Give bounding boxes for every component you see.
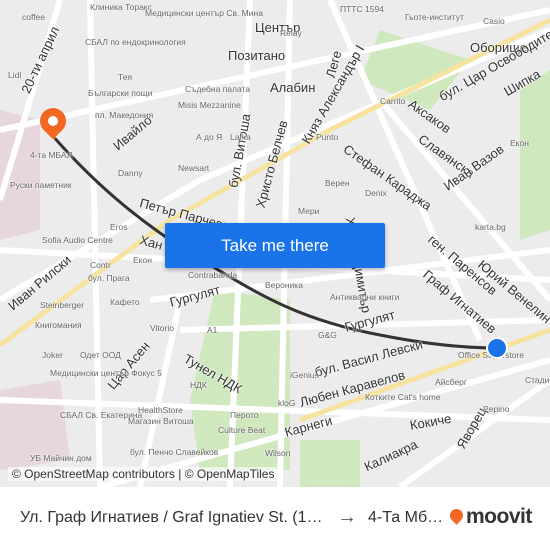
poi-label: karta.bg bbox=[475, 222, 506, 232]
poi-label: 4-та МБАЛ bbox=[30, 150, 73, 160]
poi-label: Верен bbox=[325, 178, 350, 188]
poi-label: Руски паметник bbox=[10, 180, 72, 190]
poi-label: Carrito bbox=[380, 96, 406, 106]
poi-label: Punto bbox=[316, 132, 339, 142]
poi-label: Culture Beat bbox=[218, 425, 266, 435]
poi-label: пл. Македония bbox=[95, 110, 154, 120]
poi-label: Магазин Витоша bbox=[128, 416, 194, 426]
poi-label: Contrabanda bbox=[188, 270, 238, 280]
map[interactable]: Център Позитано Алабин Леге Оборище бул. Цар … bbox=[0, 0, 550, 487]
poi-label: Айсберг bbox=[435, 377, 467, 387]
poi-label: бул. Пенчо Славейков bbox=[130, 447, 219, 457]
street-label: Алабин bbox=[270, 80, 316, 95]
origin-dot-icon[interactable] bbox=[486, 337, 508, 359]
poi-label: Гьоте-институт bbox=[405, 12, 464, 22]
poi-label: СБАЛ по ендокринология bbox=[85, 37, 186, 47]
poi-label: Misis Mezzanine bbox=[178, 100, 241, 110]
poi-label: бул. Прага bbox=[88, 273, 130, 283]
moovit-logo[interactable]: moovit bbox=[447, 505, 532, 529]
poi-label: Steinberger bbox=[40, 300, 84, 310]
poi-label: Екон bbox=[133, 255, 152, 265]
poi-label: Медицински център Св. Мина bbox=[145, 8, 263, 18]
route-origin: Ул. Граф Игнатиев / Graf Ignatiev St. (1… bbox=[20, 509, 323, 526]
poi-label: Котките Cat's home bbox=[365, 392, 441, 402]
poi-label: НДК bbox=[190, 380, 207, 390]
poi-label: Книгомания bbox=[35, 320, 82, 330]
poi-label: Newsart bbox=[178, 163, 210, 173]
poi-label: Pepino bbox=[483, 404, 510, 414]
poi-label: Стадион Васил Левски bbox=[525, 375, 550, 385]
poi-label: Български пощи bbox=[88, 88, 153, 98]
poi-label: kloG bbox=[278, 398, 296, 408]
take-me-there-button[interactable]: Take me there bbox=[165, 223, 385, 268]
poi-label: Одет ООД bbox=[80, 350, 121, 360]
park-right bbox=[520, 70, 550, 240]
poi-label: Клиника Торакс bbox=[90, 2, 152, 12]
poi-label: А до Я bbox=[196, 132, 223, 142]
poi-label: Перото bbox=[230, 410, 259, 420]
poi-label: Съдебна палата bbox=[185, 84, 251, 94]
poi-label: Denix bbox=[365, 188, 387, 198]
street-label: Позитано bbox=[228, 48, 286, 63]
poi-label: Eros bbox=[110, 222, 128, 232]
poi-label: ПТТС 1594 bbox=[340, 4, 384, 14]
poi-label: Danny bbox=[118, 168, 143, 178]
poi-label: iGenius bbox=[290, 370, 319, 380]
poi-label: Relay bbox=[280, 28, 302, 38]
map-attribution[interactable]: © OpenStreetMap contributors | © OpenMap… bbox=[8, 467, 279, 481]
brand-name: moovit bbox=[466, 505, 532, 528]
poi-label: Медицински център Фокус 5 bbox=[50, 368, 162, 378]
route-destination: 4-Та Мб… bbox=[368, 509, 444, 526]
poi-label: Joker bbox=[42, 350, 63, 360]
poi-label: Кафето bbox=[110, 297, 140, 307]
poi-label: G&G bbox=[318, 330, 337, 340]
poi-label: coffee bbox=[22, 12, 46, 22]
poi-label: Vitorio bbox=[150, 323, 174, 333]
poi-label: Sofia Audio Centre bbox=[42, 235, 113, 245]
moovit-pin-icon bbox=[447, 506, 466, 525]
poi-label: Casio bbox=[483, 16, 505, 26]
poi-label: A1 bbox=[207, 325, 218, 335]
poi-label: HealthStore bbox=[138, 405, 183, 415]
poi-label: Екон bbox=[510, 138, 529, 148]
poi-label: Тея bbox=[118, 72, 133, 82]
arrow-right-icon: → bbox=[337, 506, 357, 528]
poi-label: Lafka bbox=[230, 132, 251, 142]
poi-label: Contr bbox=[90, 260, 111, 270]
poi-label: Lidl bbox=[8, 70, 22, 80]
poi-label: Антикварни книги bbox=[330, 292, 400, 302]
poi-label: Вероника bbox=[265, 280, 303, 290]
poi-label: УБ Майчин дом bbox=[30, 453, 92, 463]
poi-label: Wilson bbox=[265, 448, 291, 458]
poi-label: Мери bbox=[298, 206, 320, 216]
